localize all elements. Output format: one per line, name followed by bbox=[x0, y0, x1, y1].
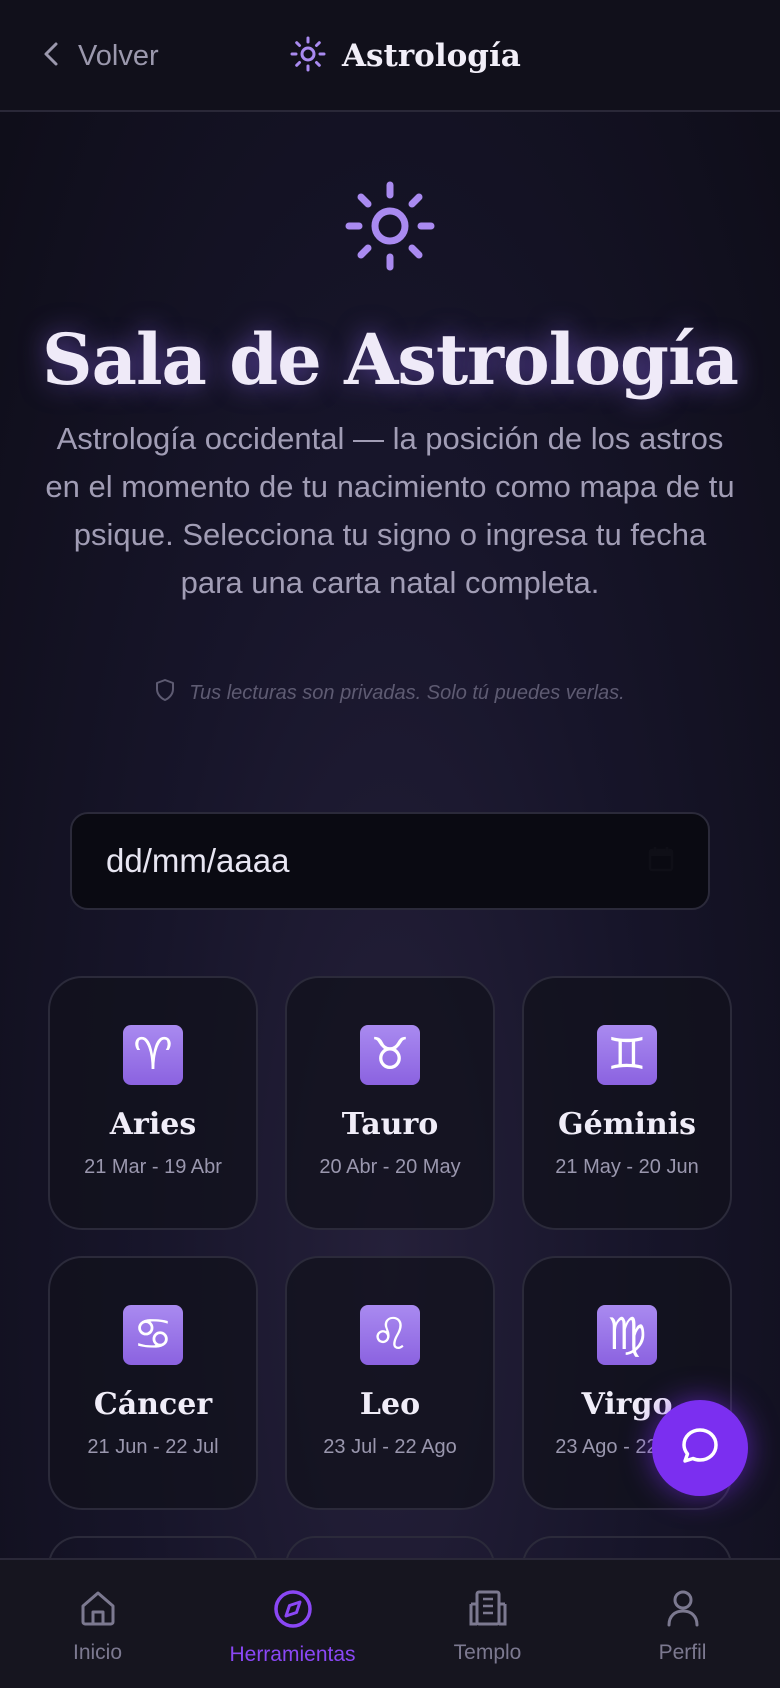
cancer-icon: ♋ bbox=[123, 1304, 183, 1365]
building-icon bbox=[468, 1588, 508, 1633]
birth-date-input[interactable] bbox=[106, 842, 586, 880]
birth-date-field[interactable] bbox=[70, 812, 710, 910]
nav-item-perfil[interactable]: Perfil bbox=[588, 1588, 778, 1665]
virgo-icon: ♍ bbox=[597, 1304, 657, 1365]
aries-icon: ♈ bbox=[123, 1024, 183, 1085]
leo-icon: ♌ bbox=[360, 1304, 420, 1365]
top-bar: Volver Astrología bbox=[0, 0, 780, 112]
gemini-icon: ♊ bbox=[597, 1024, 657, 1085]
nav-label: Perfil bbox=[658, 1641, 707, 1664]
sign-name: Cáncer bbox=[93, 1386, 213, 1422]
chat-button[interactable] bbox=[652, 1400, 748, 1496]
sign-dates: 21 Mar - 19 Abr bbox=[84, 1155, 222, 1178]
sign-card-geminis[interactable]: ♊ Géminis 21 May - 20 Jun bbox=[522, 976, 732, 1230]
sign-card-leo[interactable]: ♌ Leo 23 Jul - 22 Ago bbox=[285, 1256, 495, 1510]
sign-name: Virgo bbox=[581, 1386, 673, 1422]
compass-icon bbox=[272, 1588, 314, 1635]
chevron-left-icon bbox=[40, 40, 64, 73]
sign-name: Géminis bbox=[558, 1106, 696, 1142]
sign-card-tauro[interactable]: ♉ Tauro 20 Abr - 20 May bbox=[285, 976, 495, 1230]
sign-name: Aries bbox=[109, 1106, 197, 1142]
bottom-nav: Inicio Herramientas Templo Perfil bbox=[0, 1558, 780, 1688]
nav-item-templo[interactable]: Templo bbox=[393, 1588, 583, 1665]
hero-title: Sala de Astrología bbox=[42, 318, 739, 401]
nav-item-inicio[interactable]: Inicio bbox=[3, 1588, 193, 1665]
home-icon bbox=[78, 1588, 118, 1633]
privacy-note: Tus lecturas son privadas. Solo tú puede… bbox=[0, 678, 780, 708]
sun-icon bbox=[290, 36, 326, 77]
user-icon bbox=[663, 1588, 703, 1633]
sign-dates: 21 May - 20 Jun bbox=[555, 1155, 699, 1178]
sun-icon bbox=[344, 180, 436, 272]
nav-label: Inicio bbox=[72, 1641, 123, 1664]
chat-bubble-icon bbox=[678, 1424, 722, 1473]
calendar-icon[interactable] bbox=[648, 846, 674, 877]
zodiac-grid: ♈ Aries 21 Mar - 19 Abr ♉ Tauro 20 Abr -… bbox=[48, 976, 732, 1510]
shield-icon bbox=[155, 678, 175, 708]
sign-card-cancer[interactable]: ♋ Cáncer 21 Jun - 22 Jul bbox=[48, 1256, 258, 1510]
privacy-text: Tus lecturas son privadas. Solo tú puede… bbox=[189, 681, 625, 704]
header-title: Astrología bbox=[290, 30, 521, 82]
sign-dates: 20 Abr - 20 May bbox=[319, 1155, 461, 1178]
back-label: Volver bbox=[78, 39, 159, 72]
nav-label: Templo bbox=[453, 1641, 522, 1664]
sign-name: Leo bbox=[359, 1386, 421, 1422]
page-title: Astrología bbox=[342, 38, 521, 74]
sign-dates: 23 Jul - 22 Ago bbox=[323, 1435, 457, 1458]
nav-label: Herramientas bbox=[229, 1643, 356, 1666]
taurus-icon: ♉ bbox=[360, 1024, 420, 1085]
sign-card-aries[interactable]: ♈ Aries 21 Mar - 19 Abr bbox=[48, 976, 258, 1230]
hero-description: Astrología occidental — la posición de l… bbox=[45, 421, 735, 600]
nav-item-herramientas[interactable]: Herramientas bbox=[198, 1588, 388, 1667]
back-button[interactable]: Volver bbox=[40, 30, 159, 82]
sign-dates: 21 Jun - 22 Jul bbox=[87, 1435, 219, 1458]
sign-name: Tauro bbox=[341, 1106, 439, 1142]
